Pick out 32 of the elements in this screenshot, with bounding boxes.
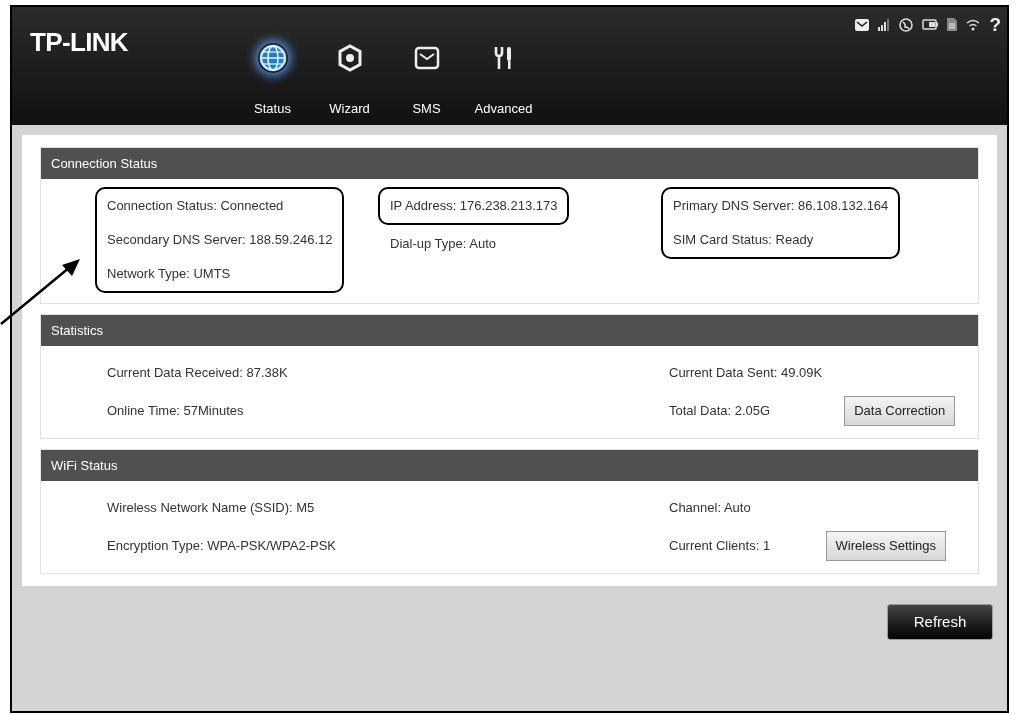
section-header: Connection Status [41, 148, 978, 179]
status-text: Current Data Sent: 49.09K [669, 364, 823, 383]
status-text: Primary DNS Server: 86.108.132.164 [673, 197, 889, 216]
status-text: Total Data: 2.05G [669, 402, 772, 421]
section-header: Statistics [41, 315, 978, 346]
status-text: Wireless Network Name (SSID): M5 [107, 499, 316, 518]
logo: TP-LINK [30, 26, 128, 59]
nav-tab[interactable]: Advanced [465, 43, 542, 119]
status-text: Current Clients: 1 [669, 537, 772, 556]
status-text: Channel: Auto [669, 499, 752, 518]
status-text: SIM Card Status: Ready [673, 231, 814, 250]
nav-tab[interactable]: Status [234, 43, 311, 119]
signal-icon [878, 18, 891, 31]
status-text: Secondary DNS Server: 188.59.246.12 [107, 231, 333, 250]
wifi-icon [966, 18, 981, 31]
nav-tab[interactable]: Wizard [311, 43, 388, 119]
section-header: WiFi Status [41, 450, 978, 481]
help-icon[interactable]: ? [989, 15, 1001, 34]
refresh-button[interactable]: Refresh [887, 604, 993, 640]
status-text: Current Data Received: 87.38K [107, 364, 288, 383]
status-text: Online Time: 57Minutes [107, 402, 245, 421]
sim-card-icon [947, 18, 958, 31]
status-text: IP Address: 176.238.213.173 [390, 197, 558, 216]
status-text: Dial-up Type: Auto [390, 235, 496, 254]
nav-tab[interactable]: SMS [388, 43, 465, 119]
status-text: Connection Status: Connected [107, 197, 284, 216]
battery-icon [922, 19, 939, 30]
section-action-button[interactable]: Data Correction [844, 396, 956, 426]
section-action-button[interactable]: Wireless Settings [825, 531, 946, 561]
status-text: Encryption Type: WPA-PSK/WPA2-PSK [107, 537, 337, 556]
status-text: Network Type: UMTS [107, 265, 231, 284]
envelope-icon [855, 18, 870, 31]
